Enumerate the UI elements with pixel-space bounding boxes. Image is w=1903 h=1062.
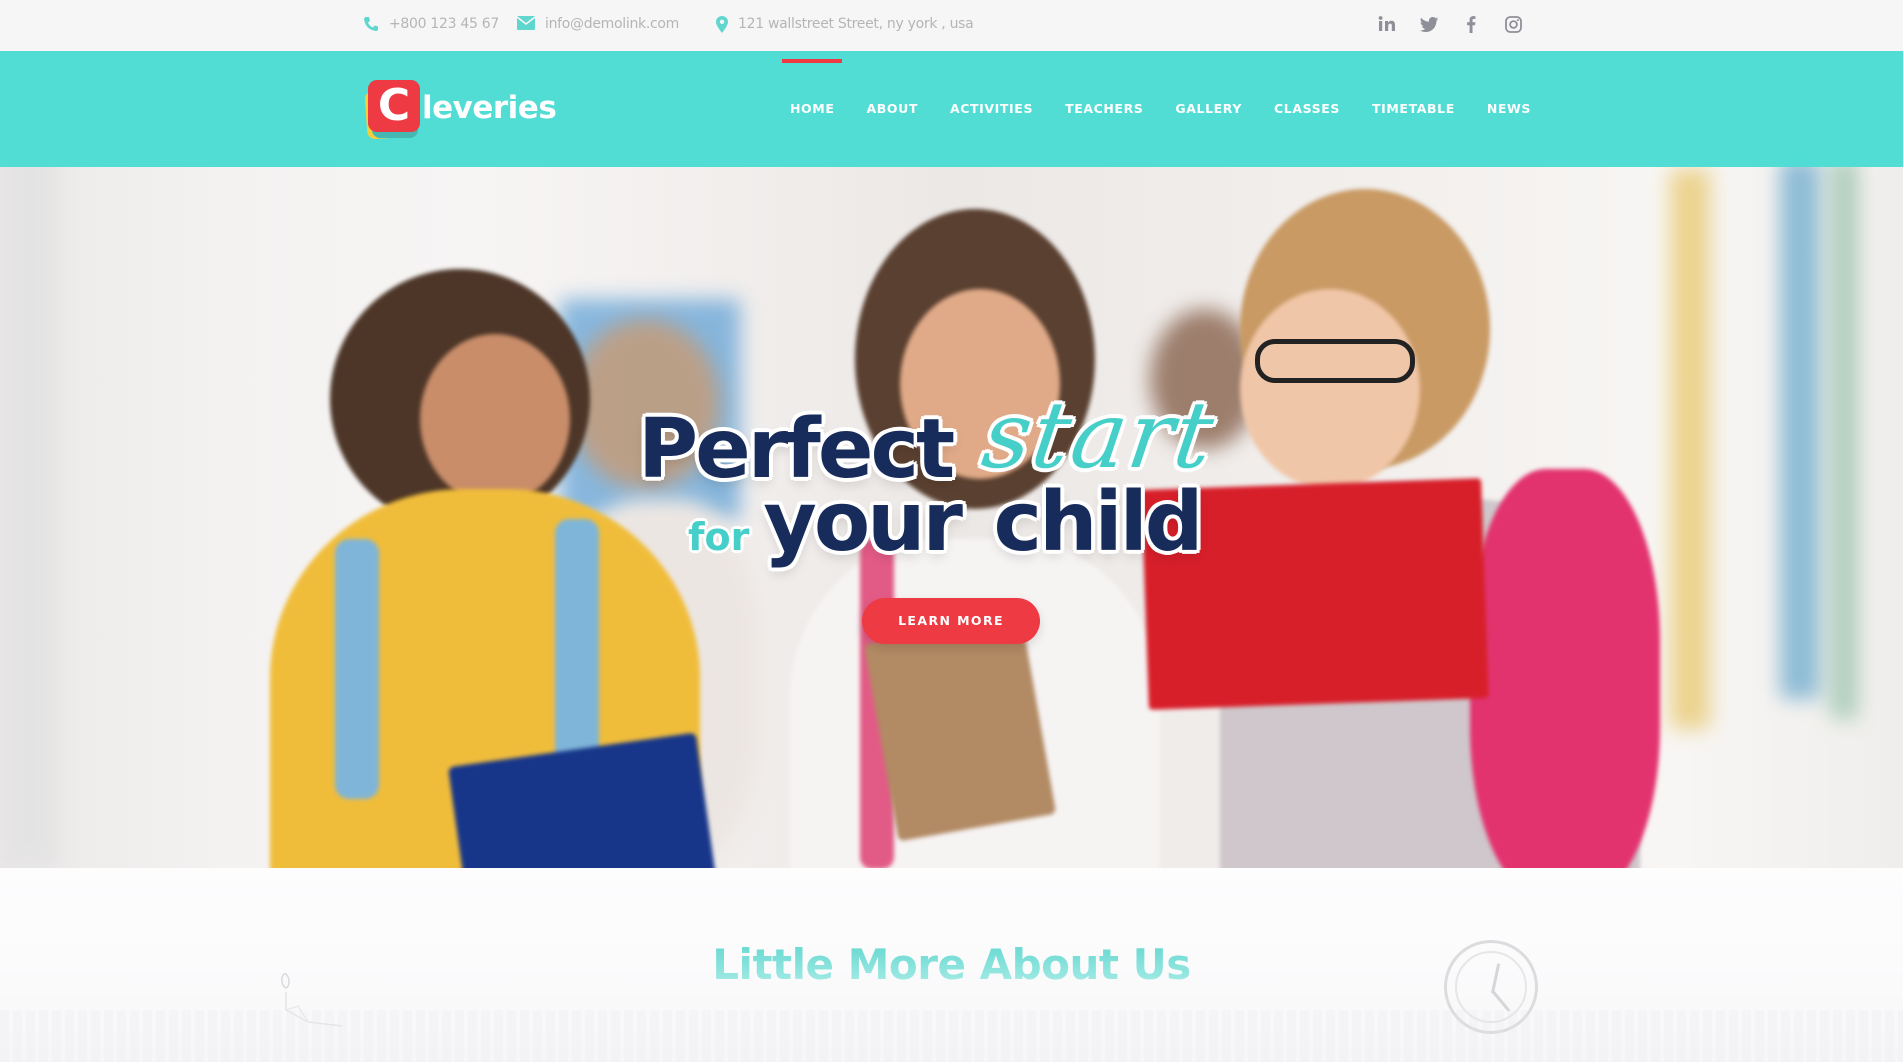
map-marker-icon xyxy=(716,16,728,33)
social-links xyxy=(1378,13,1522,35)
logo-letter: C xyxy=(368,80,420,132)
active-nav-indicator xyxy=(782,59,842,63)
nav-activities[interactable]: ACTIVITIES xyxy=(950,101,1033,116)
instagram-icon[interactable] xyxy=(1504,13,1522,35)
email-address: info@demolink.com xyxy=(545,16,679,32)
page: +800 123 45 67 info@demolink.com 121 wal… xyxy=(0,0,1903,1062)
nav-home[interactable]: HOME xyxy=(790,101,834,116)
twitter-icon[interactable] xyxy=(1420,13,1438,35)
hero-wall-art xyxy=(1670,169,1710,729)
nav-news[interactable]: NEWS xyxy=(1487,101,1531,116)
logo-wordmark: leveries xyxy=(422,90,557,126)
hero-locker-left xyxy=(0,69,60,868)
hero-girl-right-face xyxy=(1240,289,1420,489)
about-faded-content xyxy=(0,1010,1903,1062)
hero-girl-middle-book xyxy=(863,616,1057,842)
nav-timetable[interactable]: TIMETABLE xyxy=(1372,101,1455,116)
learn-more-button[interactable]: LEARN MORE xyxy=(862,598,1040,644)
contact-phone[interactable]: +800 123 45 67 xyxy=(363,16,499,32)
phone-number: +800 123 45 67 xyxy=(389,16,499,32)
linkedin-icon[interactable] xyxy=(1378,13,1396,35)
hero-headline-line2: for your child xyxy=(688,475,1203,570)
hero-wall-art-2 xyxy=(1780,159,1820,699)
clock-hand-minute xyxy=(1491,990,1511,1012)
contact-email[interactable]: info@demolink.com xyxy=(516,16,679,32)
site-logo[interactable]: C leveries xyxy=(364,80,566,140)
nav-gallery[interactable]: GALLERY xyxy=(1175,101,1242,116)
nav-teachers[interactable]: TEACHERS xyxy=(1065,101,1143,116)
hero-headline-for: for xyxy=(688,515,750,559)
contact-address[interactable]: 121 wallstreet Street, ny york , usa xyxy=(716,16,974,33)
envelope-icon xyxy=(516,16,536,32)
phone-icon xyxy=(363,16,379,32)
top-info-bar: +800 123 45 67 info@demolink.com 121 wal… xyxy=(0,0,1903,51)
nav-classes[interactable]: CLASSES xyxy=(1274,101,1340,116)
hero-girl-left-strap-2 xyxy=(555,519,599,779)
facebook-icon[interactable] xyxy=(1462,13,1480,35)
hero-girl-right-backpack xyxy=(1470,469,1660,868)
main-nav: HOME ABOUT ACTIVITIES TEACHERS GALLERY C… xyxy=(790,101,1531,116)
hero-girl-right-glasses xyxy=(1255,339,1415,383)
hero-headline-your-child: your child xyxy=(763,475,1203,570)
nav-about[interactable]: ABOUT xyxy=(866,101,918,116)
clock-hand-hour xyxy=(1491,963,1501,994)
hero-girl-left-face xyxy=(420,334,570,504)
hero-headline-start: start xyxy=(976,382,1222,489)
hero-wall-art-3 xyxy=(1830,159,1858,719)
hero-girl-left-strap xyxy=(335,539,379,799)
address-text: 121 wallstreet Street, ny york , usa xyxy=(738,16,974,32)
